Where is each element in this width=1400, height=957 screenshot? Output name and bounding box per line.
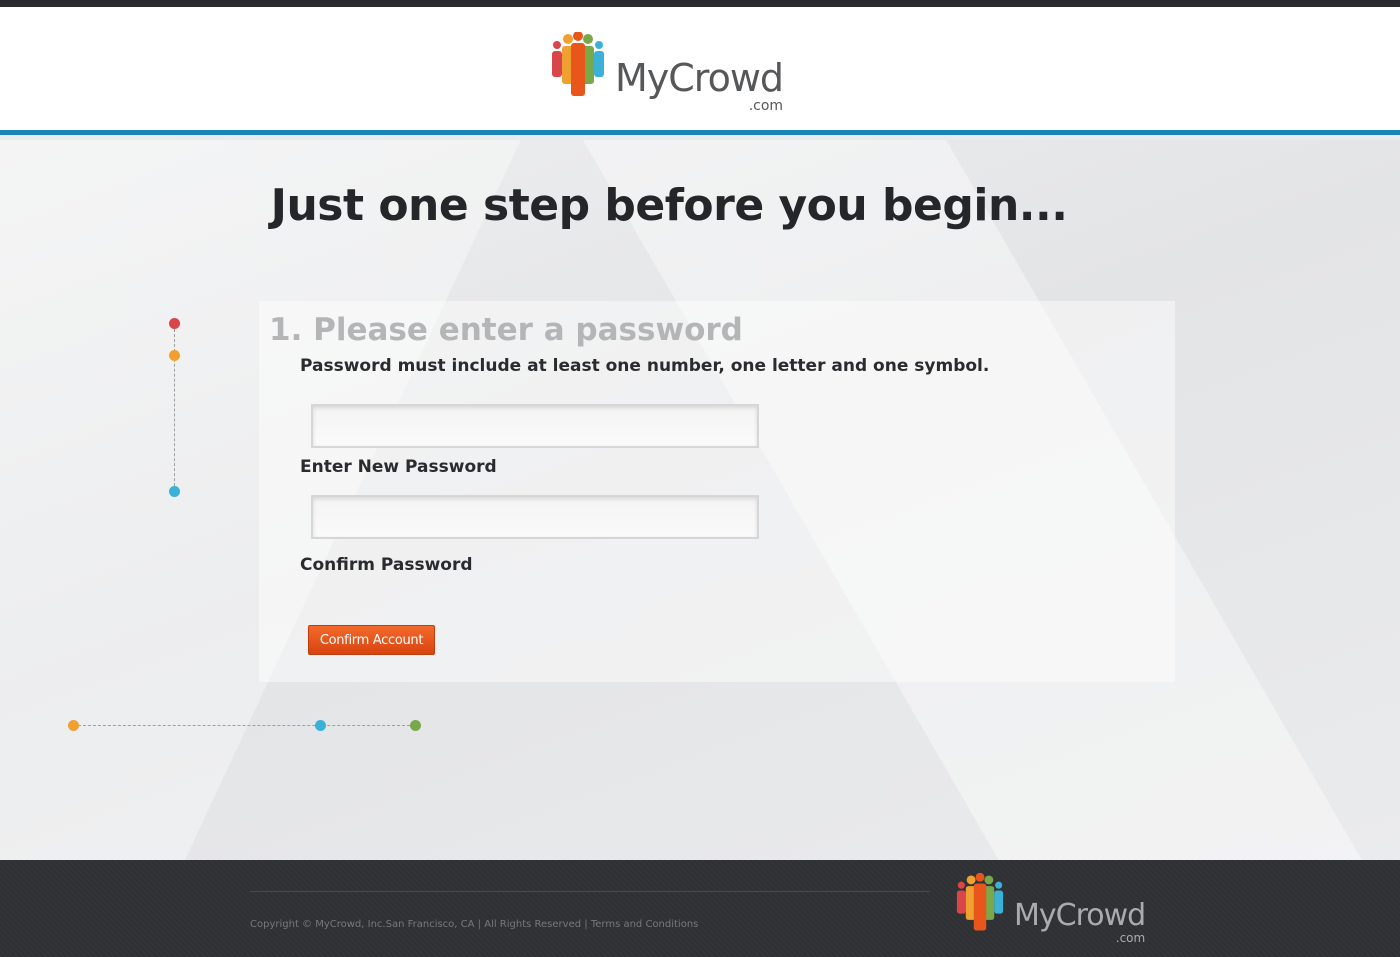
decorative-dot-red <box>169 318 180 329</box>
people-logo-icon <box>552 32 604 96</box>
top-bar <box>0 0 1400 7</box>
decorative-dot-blue <box>315 720 326 731</box>
logo-name: MyCrowd <box>615 56 784 100</box>
logo-suffix: .com <box>748 98 784 114</box>
terms-link[interactable]: Terms and Conditions <box>591 919 699 930</box>
decorative-dot-blue <box>169 486 180 497</box>
logo-wordmark: MyCrowd .com <box>615 56 784 114</box>
confirm-password-input[interactable] <box>311 495 759 539</box>
password-requirements-hint: Password must include at least one numbe… <box>300 356 990 376</box>
confirm-account-button[interactable]: Confirm Account <box>308 625 435 655</box>
logo-wordmark: MyCrowd .com <box>1014 898 1146 946</box>
decorative-dot-green <box>410 720 421 731</box>
decorative-dot-orange <box>68 720 79 731</box>
header-logo[interactable]: MyCrowd .com <box>551 32 784 114</box>
footer-copyright: Copyright © MyCrowd, Inc.San Francisco, … <box>250 919 698 930</box>
rights-text: All Rights Reserved <box>484 919 582 930</box>
people-logo-icon <box>956 873 1004 931</box>
footer-divider <box>250 891 930 892</box>
step-title: 1. Please enter a password <box>269 312 743 348</box>
decorative-dot-orange <box>169 350 180 361</box>
footer-logo[interactable]: MyCrowd .com <box>956 873 1146 946</box>
page-headline: Just one step before you begin... <box>270 180 1068 231</box>
new-password-label: Enter New Password <box>300 457 497 477</box>
new-password-input[interactable] <box>311 404 759 448</box>
logo-name: MyCrowd <box>1014 898 1146 933</box>
confirm-password-label: Confirm Password <box>300 555 473 575</box>
footer-separator: | <box>584 919 588 930</box>
footer-separator: | <box>477 919 482 930</box>
logo-suffix: .com <box>1115 931 1146 945</box>
copyright-text: Copyright © MyCrowd, Inc.San Francisco, … <box>250 919 475 930</box>
decorative-dashed-line-horizontal <box>73 725 415 726</box>
site-footer <box>0 860 1400 957</box>
